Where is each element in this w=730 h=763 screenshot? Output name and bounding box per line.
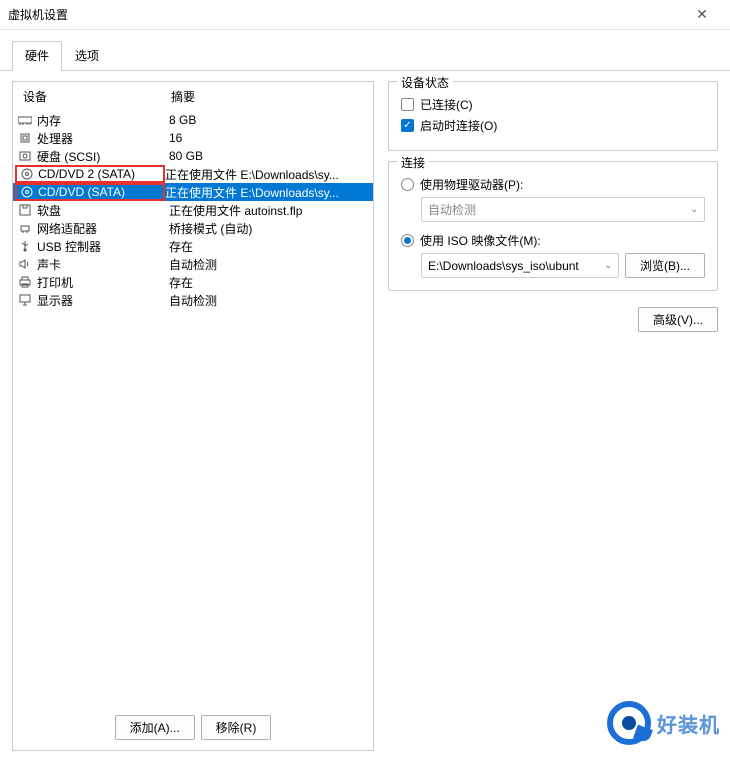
device-name: 硬盘 (SCSI) <box>37 148 169 165</box>
iso-path-row: E:\Downloads\sys_iso\ubunt ⌄ 浏览(B)... <box>421 253 705 278</box>
tab-hardware[interactable]: 硬件 <box>12 41 62 71</box>
device-summary: 自动检测 <box>169 256 369 273</box>
browse-button[interactable]: 浏览(B)... <box>625 253 705 278</box>
hardware-list-panel: 设备 摘要 内存8 GB处理器16硬盘 (SCSI)80 GBCD/DVD 2 … <box>12 81 374 751</box>
dialog-content: 设备 摘要 内存8 GB处理器16硬盘 (SCSI)80 GBCD/DVD 2 … <box>0 71 730 763</box>
checkbox-icon <box>401 98 414 111</box>
device-name: 打印机 <box>37 274 169 291</box>
chevron-down-icon: ⌄ <box>604 260 612 271</box>
device-summary: 存在 <box>169 238 369 255</box>
disk-icon <box>17 149 33 163</box>
physical-drive-label: 使用物理驱动器(P): <box>420 176 523 193</box>
iso-path-value: E:\Downloads\sys_iso\ubunt <box>428 259 579 273</box>
sound-icon <box>17 257 33 271</box>
physical-drive-select-wrap: 自动检测 ⌄ <box>421 197 705 222</box>
device-summary: 正在使用文件 E:\Downloads\sy... <box>165 166 369 183</box>
memory-icon <box>17 113 33 127</box>
table-row[interactable]: CD/DVD 2 (SATA)正在使用文件 E:\Downloads\sy... <box>13 165 373 183</box>
floppy-icon <box>17 203 33 217</box>
device-name: 处理器 <box>37 130 169 147</box>
connected-label: 已连接(C) <box>420 96 473 113</box>
device-status-group: 设备状态 已连接(C) ✓ 启动时连接(O) <box>388 81 718 151</box>
connect-at-power-label: 启动时连接(O) <box>420 117 497 134</box>
table-row[interactable]: CD/DVD (SATA)正在使用文件 E:\Downloads\sy... <box>13 183 373 201</box>
add-button[interactable]: 添加(A)... <box>115 715 195 740</box>
connect-at-power-checkbox-row[interactable]: ✓ 启动时连接(O) <box>401 117 705 134</box>
close-icon[interactable]: ✕ <box>682 6 722 23</box>
table-row[interactable]: 显示器自动检测 <box>13 291 373 309</box>
table-row[interactable]: USB 控制器存在 <box>13 237 373 255</box>
col-device: 设备 <box>19 88 171 105</box>
device-name: USB 控制器 <box>37 238 169 255</box>
table-row[interactable]: 声卡自动检测 <box>13 255 373 273</box>
table-row[interactable]: 硬盘 (SCSI)80 GB <box>13 147 373 165</box>
table-row[interactable]: 打印机存在 <box>13 273 373 291</box>
printer-icon <box>17 275 33 289</box>
tab-strip: 硬件 选项 <box>0 30 730 71</box>
device-summary: 正在使用文件 E:\Downloads\sy... <box>165 184 369 201</box>
device-summary: 存在 <box>169 274 369 291</box>
window-title: 虚拟机设置 <box>8 6 682 23</box>
iso-radio-row[interactable]: 使用 ISO 映像文件(M): <box>401 232 705 249</box>
radio-icon <box>401 234 414 247</box>
watermark-text: 好装机 <box>657 709 720 738</box>
watermark: 好装机 <box>607 701 720 745</box>
hardware-buttons: 添加(A)... 移除(R) <box>13 707 373 750</box>
watermark-logo-icon <box>607 701 651 745</box>
connection-group: 连接 使用物理驱动器(P): 自动检测 ⌄ 使用 ISO 映像文件(M): E:… <box>388 161 718 291</box>
hardware-list-header: 设备 摘要 <box>13 82 373 111</box>
device-name: CD/DVD (SATA) <box>38 185 163 199</box>
device-name: 声卡 <box>37 256 169 273</box>
device-summary: 8 GB <box>169 113 369 127</box>
physical-drive-radio-row[interactable]: 使用物理驱动器(P): <box>401 176 705 193</box>
device-summary: 桥接模式 (自动) <box>169 220 369 237</box>
table-row[interactable]: 内存8 GB <box>13 111 373 129</box>
col-summary: 摘要 <box>171 88 367 105</box>
checkbox-icon: ✓ <box>401 119 414 132</box>
device-settings-panel: 设备状态 已连接(C) ✓ 启动时连接(O) 连接 使用物理驱动器(P): 自动… <box>388 81 718 751</box>
display-icon <box>17 293 33 307</box>
device-name: 网络适配器 <box>37 220 169 237</box>
table-row[interactable]: 处理器16 <box>13 129 373 147</box>
connected-checkbox-row[interactable]: 已连接(C) <box>401 96 705 113</box>
disc-icon <box>19 167 34 181</box>
tab-options[interactable]: 选项 <box>62 41 112 71</box>
table-row[interactable]: 软盘正在使用文件 autoinst.flp <box>13 201 373 219</box>
iso-label: 使用 ISO 映像文件(M): <box>420 232 541 249</box>
group-title-connection: 连接 <box>397 154 429 171</box>
device-summary: 80 GB <box>169 149 369 163</box>
usb-icon <box>17 239 33 253</box>
group-title-status: 设备状态 <box>397 74 453 91</box>
physical-drive-select[interactable]: 自动检测 ⌄ <box>421 197 705 222</box>
advanced-button[interactable]: 高级(V)... <box>638 307 718 332</box>
advanced-button-row: 高级(V)... <box>388 307 718 332</box>
device-name: CD/DVD 2 (SATA) <box>38 167 163 181</box>
disc-icon <box>19 185 34 199</box>
device-name: 内存 <box>37 112 169 129</box>
device-name: 软盘 <box>37 202 169 219</box>
hardware-list: 内存8 GB处理器16硬盘 (SCSI)80 GBCD/DVD 2 (SATA)… <box>13 111 373 707</box>
net-icon <box>17 221 33 235</box>
title-bar: 虚拟机设置 ✕ <box>0 0 730 30</box>
device-summary: 自动检测 <box>169 292 369 309</box>
physical-drive-value: 自动检测 <box>428 201 476 218</box>
iso-path-select[interactable]: E:\Downloads\sys_iso\ubunt ⌄ <box>421 253 619 278</box>
remove-button[interactable]: 移除(R) <box>201 715 272 740</box>
chevron-down-icon: ⌄ <box>690 204 698 215</box>
radio-icon <box>401 178 414 191</box>
device-summary: 16 <box>169 131 369 145</box>
device-summary: 正在使用文件 autoinst.flp <box>169 202 369 219</box>
cpu-icon <box>17 131 33 145</box>
table-row[interactable]: 网络适配器桥接模式 (自动) <box>13 219 373 237</box>
device-name: 显示器 <box>37 292 169 309</box>
